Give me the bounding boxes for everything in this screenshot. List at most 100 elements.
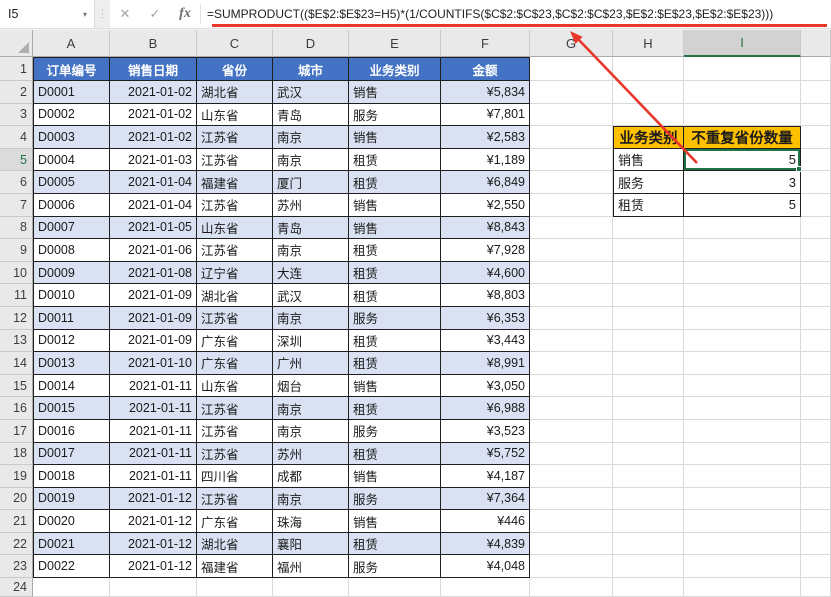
cell-J15[interactable] — [801, 375, 831, 398]
cell-B16[interactable]: 2021-01-11 — [110, 397, 197, 420]
cell-C20[interactable]: 江苏省 — [197, 488, 273, 511]
cell-J1[interactable] — [801, 57, 831, 81]
cell-E17[interactable]: 服务 — [349, 420, 441, 443]
cell-C3[interactable]: 山东省 — [197, 104, 273, 127]
cell-G2[interactable] — [530, 81, 613, 104]
cell-F21[interactable]: ¥446 — [441, 510, 530, 533]
row-header-10[interactable]: 10 — [0, 262, 33, 285]
cell-I17[interactable] — [684, 420, 801, 443]
cell-I8[interactable] — [684, 217, 801, 240]
cell-D20[interactable]: 南京 — [273, 488, 349, 511]
cell-J2[interactable] — [801, 81, 831, 104]
cell-C8[interactable]: 山东省 — [197, 217, 273, 240]
cell-J18[interactable] — [801, 443, 831, 466]
col-header-H[interactable]: H — [613, 30, 684, 57]
cell-A17[interactable]: D0016 — [33, 420, 110, 443]
cell-C15[interactable]: 山东省 — [197, 375, 273, 398]
cell-I3[interactable] — [684, 104, 801, 127]
cell-J22[interactable] — [801, 533, 831, 556]
cell-F3[interactable]: ¥7,801 — [441, 104, 530, 127]
cell-D12[interactable]: 南京 — [273, 307, 349, 330]
row-header-12[interactable]: 12 — [0, 307, 33, 330]
row-header-7[interactable]: 7 — [0, 194, 33, 217]
cell-B4[interactable]: 2021-01-02 — [110, 126, 197, 149]
cell-I13[interactable] — [684, 330, 801, 353]
cell-F23[interactable]: ¥4,048 — [441, 555, 530, 578]
cell-A6[interactable]: D0005 — [33, 171, 110, 194]
cell-G7[interactable] — [530, 194, 613, 217]
col-header-C[interactable]: C — [197, 30, 273, 57]
cell-H16[interactable] — [613, 397, 684, 420]
cell-H3[interactable] — [613, 104, 684, 127]
cell-G15[interactable] — [530, 375, 613, 398]
row-header-16[interactable]: 16 — [0, 397, 33, 420]
cell-J8[interactable] — [801, 217, 831, 240]
cell-F8[interactable]: ¥8,843 — [441, 217, 530, 240]
cell-D23[interactable]: 福州 — [273, 555, 349, 578]
cell-E12[interactable]: 服务 — [349, 307, 441, 330]
cell-C6[interactable]: 福建省 — [197, 171, 273, 194]
cell-A4[interactable]: D0003 — [33, 126, 110, 149]
cell-C9[interactable]: 江苏省 — [197, 239, 273, 262]
cell-I15[interactable] — [684, 375, 801, 398]
cell-I19[interactable] — [684, 465, 801, 488]
cell-B11[interactable]: 2021-01-09 — [110, 284, 197, 307]
cell-E6[interactable]: 租赁 — [349, 171, 441, 194]
cell-I1[interactable] — [684, 57, 801, 81]
cell-G10[interactable] — [530, 262, 613, 285]
cell-G8[interactable] — [530, 217, 613, 240]
cell-G17[interactable] — [530, 420, 613, 443]
cell-J14[interactable] — [801, 352, 831, 375]
formula-input[interactable]: =SUMPRODUCT(($E$2:$E$23=H5)*(1/COUNTIFS(… — [207, 7, 773, 21]
name-box[interactable]: I5 ▾ — [0, 0, 95, 29]
cell-F5[interactable]: ¥1,189 — [441, 149, 530, 172]
cell-C10[interactable]: 辽宁省 — [197, 262, 273, 285]
cell-B9[interactable]: 2021-01-06 — [110, 239, 197, 262]
cell-D21[interactable]: 珠海 — [273, 510, 349, 533]
cell-F4[interactable]: ¥2,583 — [441, 126, 530, 149]
cell-F17[interactable]: ¥3,523 — [441, 420, 530, 443]
cell-H17[interactable] — [613, 420, 684, 443]
cell-C1[interactable]: 省份 — [197, 57, 273, 81]
cell-I14[interactable] — [684, 352, 801, 375]
row-header-14[interactable]: 14 — [0, 352, 33, 375]
row-header-8[interactable]: 8 — [0, 217, 33, 240]
cell-H10[interactable] — [613, 262, 684, 285]
cell-D6[interactable]: 厦门 — [273, 171, 349, 194]
cell-F19[interactable]: ¥4,187 — [441, 465, 530, 488]
cell-F15[interactable]: ¥3,050 — [441, 375, 530, 398]
cell-A14[interactable]: D0013 — [33, 352, 110, 375]
cell-A2[interactable]: D0001 — [33, 81, 110, 104]
cell-A9[interactable]: D0008 — [33, 239, 110, 262]
name-box-dropdown-icon[interactable]: ▾ — [83, 10, 94, 19]
row-header-23[interactable]: 23 — [0, 555, 33, 578]
cell-E2[interactable]: 销售 — [349, 81, 441, 104]
row-header-15[interactable]: 15 — [0, 375, 33, 398]
cell-F14[interactable]: ¥8,991 — [441, 352, 530, 375]
col-header-D[interactable]: D — [273, 30, 349, 57]
cell-D1[interactable]: 城市 — [273, 57, 349, 81]
cell-B15[interactable]: 2021-01-11 — [110, 375, 197, 398]
row-header-18[interactable]: 18 — [0, 443, 33, 466]
cell-I24[interactable] — [684, 578, 801, 597]
row-header-11[interactable]: 11 — [0, 284, 33, 307]
selection-fill-handle[interactable] — [796, 166, 802, 172]
cell-F13[interactable]: ¥3,443 — [441, 330, 530, 353]
cell-C17[interactable]: 江苏省 — [197, 420, 273, 443]
cell-H4[interactable]: 业务类别 — [613, 126, 684, 149]
cell-B12[interactable]: 2021-01-09 — [110, 307, 197, 330]
cell-A5[interactable]: D0004 — [33, 149, 110, 172]
cell-H14[interactable] — [613, 352, 684, 375]
cell-A11[interactable]: D0010 — [33, 284, 110, 307]
cell-G24[interactable] — [530, 578, 613, 597]
cell-E5[interactable]: 租赁 — [349, 149, 441, 172]
cell-B7[interactable]: 2021-01-04 — [110, 194, 197, 217]
cell-A3[interactable]: D0002 — [33, 104, 110, 127]
cell-J16[interactable] — [801, 397, 831, 420]
cell-C5[interactable]: 江苏省 — [197, 149, 273, 172]
row-header-1[interactable]: 1 — [0, 57, 33, 81]
cell-C23[interactable]: 福建省 — [197, 555, 273, 578]
cell-F11[interactable]: ¥8,803 — [441, 284, 530, 307]
cell-H23[interactable] — [613, 555, 684, 578]
cell-A20[interactable]: D0019 — [33, 488, 110, 511]
